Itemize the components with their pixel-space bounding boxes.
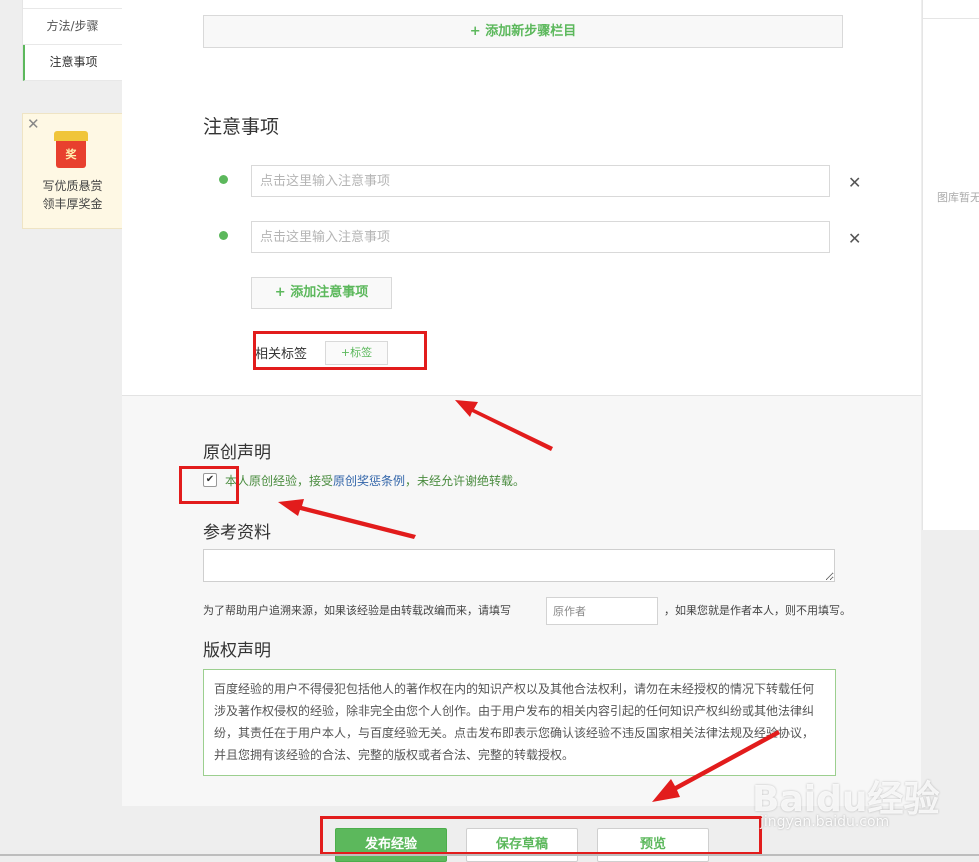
original-author-input[interactable] xyxy=(546,597,658,625)
note-input-2[interactable] xyxy=(251,221,830,253)
original-text-prefix: 本人原创经验，接受 xyxy=(225,474,334,488)
copyright-title: 版权声明 xyxy=(203,641,271,661)
notes-title: 注意事项 xyxy=(203,116,280,138)
reward-promo-card[interactable]: ✕ 奖 写优质悬赏 领丰厚奖金 xyxy=(22,113,123,229)
promo-line-2: 领丰厚奖金 xyxy=(42,197,103,211)
original-title: 原创声明 xyxy=(203,443,271,463)
red-envelope-icon: 奖 xyxy=(54,131,88,168)
close-icon[interactable]: ✕ xyxy=(27,115,40,133)
reference-hint-before: 为了帮助用户追溯来源，如果该经验是由转载改编而来，请填写 xyxy=(203,604,511,617)
delete-note-1-icon[interactable]: ✕ xyxy=(848,173,861,192)
nav-item-steps[interactable]: 方法/步骤 xyxy=(23,9,122,45)
note-bullet-icon xyxy=(219,231,228,240)
reward-badge-text: 奖 xyxy=(65,148,77,161)
copyright-text: 百度经验的用户不得侵犯包括他人的著作权在内的知识产权以及其他合法权利，请勿在未经… xyxy=(203,669,836,776)
reference-hint-after: ，如果您就是作者本人，则不用填写。 xyxy=(664,604,851,617)
promo-line-1: 写优质悬赏 xyxy=(42,179,103,193)
delete-note-2-icon[interactable]: ✕ xyxy=(848,229,861,248)
reward-rules-link[interactable]: 原创奖惩条例 xyxy=(333,474,405,488)
image-gallery-panel: 图库暂无 xyxy=(922,0,979,530)
original-statement: 本人原创经验，接受原创奖惩条例，未经允许谢绝转载。 xyxy=(225,472,525,489)
reference-textarea[interactable] xyxy=(203,549,835,582)
left-nav: 方法/步骤 注意事项 xyxy=(22,0,123,81)
add-step-section-button[interactable]: + 添加新步骤栏目 xyxy=(203,15,843,48)
gallery-empty-text: 图库暂无 xyxy=(937,191,979,204)
note-input-1[interactable] xyxy=(251,165,830,197)
annotation-box-tags xyxy=(253,331,427,370)
reference-title: 参考资料 xyxy=(203,523,271,543)
annotation-box-actions xyxy=(320,816,762,855)
gallery-header xyxy=(923,0,979,19)
annotation-box-checkbox xyxy=(179,466,239,504)
add-note-button[interactable]: + 添加注意事项 xyxy=(251,277,392,309)
editor-main-section xyxy=(122,0,921,396)
nav-item-notes[interactable]: 注意事项 xyxy=(23,45,122,81)
note-bullet-icon xyxy=(219,175,228,184)
nav-top-divider xyxy=(23,0,122,9)
promo-text: 写优质悬赏 领丰厚奖金 xyxy=(23,177,122,213)
baidu-jingyan-watermark: Baidu经验 jingyan.baidu.com xyxy=(752,770,939,840)
watermark-url: jingyan.baidu.com xyxy=(760,814,890,830)
original-text-suffix: ，未经允许谢绝转载。 xyxy=(405,474,526,488)
